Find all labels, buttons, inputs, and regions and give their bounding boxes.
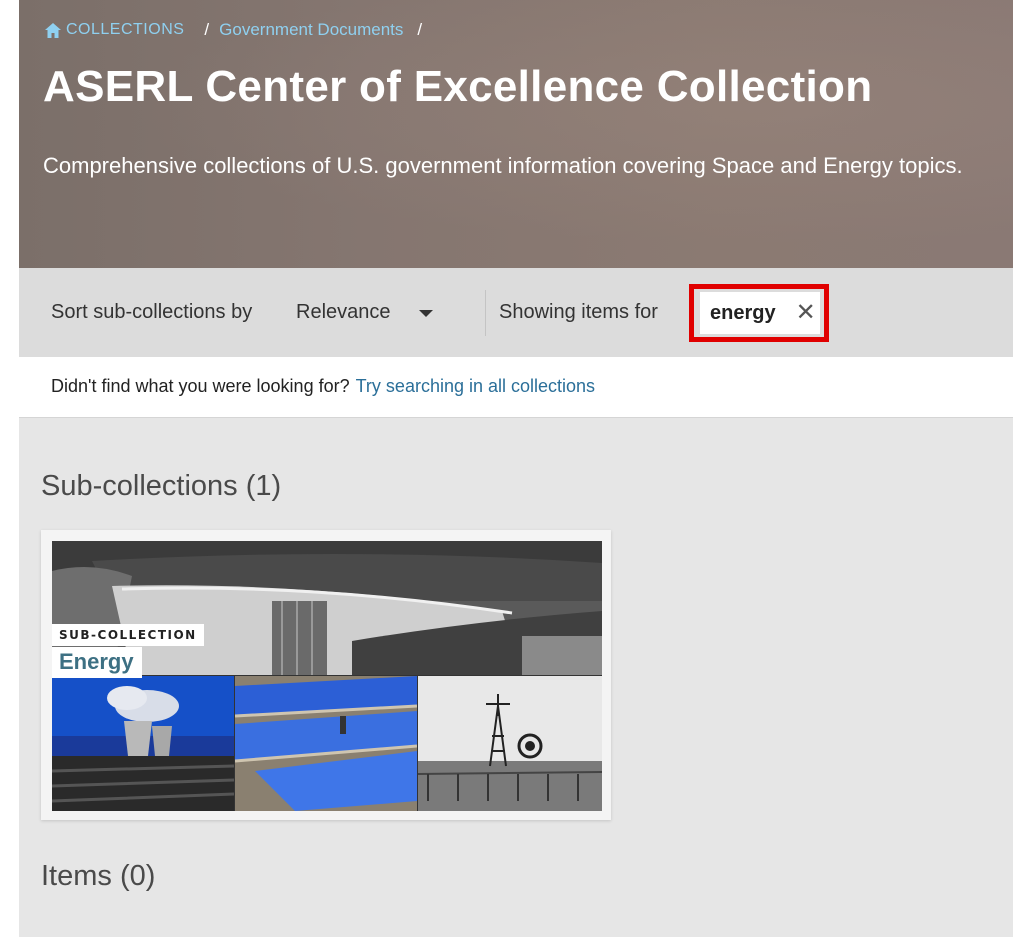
subcollection-image: SUB-COLLECTION Energy: [52, 541, 602, 811]
breadcrumb-home-link[interactable]: COLLECTIONS: [45, 21, 184, 39]
subcollection-tag: SUB-COLLECTION: [52, 624, 204, 646]
nuclear-plant-photo: [52, 676, 234, 811]
page-title: ASERL Center of Excellence Collection: [43, 62, 873, 111]
toolbar-divider: [485, 290, 486, 336]
windmill-photo: [418, 676, 602, 811]
breadcrumb: COLLECTIONS / Government Documents /: [45, 20, 422, 40]
subcollection-title: Energy: [52, 647, 142, 678]
breadcrumb-home-label: COLLECTIONS: [66, 21, 185, 38]
close-icon[interactable]: ✕: [796, 301, 816, 325]
home-icon: [45, 22, 61, 38]
search-hint-bar: Didn't find what you were looking for? Tr…: [19, 357, 1013, 418]
subcollections-heading: Sub-collections (1): [41, 470, 282, 502]
sort-label: Sort sub-collections by: [51, 301, 253, 323]
chevron-down-icon: [418, 310, 433, 317]
search-hint: Didn't find what you were looking for? Tr…: [51, 376, 595, 397]
search-filter-chip: energy ✕: [700, 292, 820, 334]
items-heading: Items (0): [41, 860, 156, 892]
breadcrumb-separator: /: [204, 20, 210, 39]
sort-value: Relevance: [296, 301, 391, 323]
collection-header: COLLECTIONS / Government Documents / ASE…: [19, 0, 1013, 268]
collection-description: Comprehensive collections of U.S. govern…: [43, 153, 963, 178]
subcollection-card[interactable]: SUB-COLLECTION Energy: [41, 530, 611, 820]
breadcrumb-separator: /: [417, 20, 423, 39]
search-all-collections-link[interactable]: Try searching in all collections: [356, 376, 595, 396]
page: COLLECTIONS / Government Documents / ASE…: [19, 0, 1013, 937]
filter-chip-label: energy: [710, 301, 776, 324]
showing-items-label: Showing items for: [499, 301, 658, 323]
sort-dropdown[interactable]: Relevance: [296, 301, 433, 324]
hint-text: Didn't find what you were looking for?: [51, 376, 350, 396]
breadcrumb-parent-link[interactable]: Government Documents: [219, 20, 403, 40]
filter-toolbar: Sort sub-collections by Relevance Showin…: [19, 268, 1013, 357]
solar-panels-photo: [235, 676, 417, 811]
